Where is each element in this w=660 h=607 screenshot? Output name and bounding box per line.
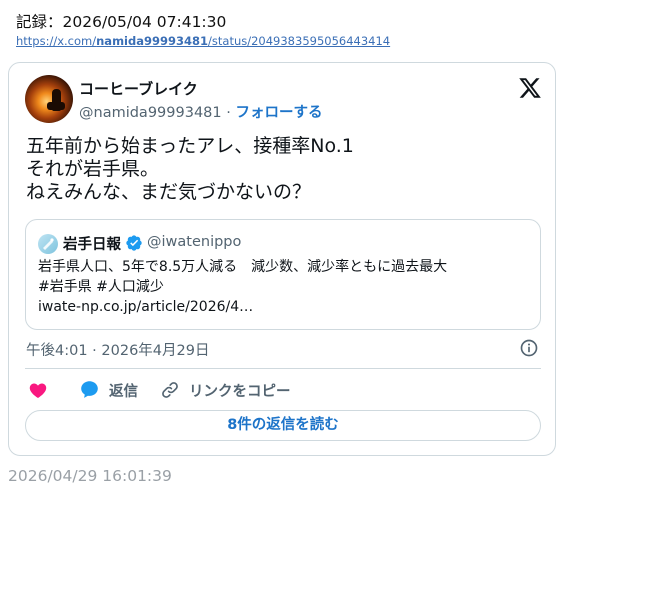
info-icon[interactable] xyxy=(519,338,539,358)
quote-line: iwate-np.co.jp/article/2026/4… xyxy=(38,299,254,315)
display-name[interactable]: コーヒーブレイク xyxy=(79,78,198,99)
divider xyxy=(25,368,541,369)
read-replies-button[interactable]: 8件の返信を読む xyxy=(25,410,541,441)
footer-date: 2026/04/29 16:01:39 xyxy=(8,467,172,485)
link-icon[interactable] xyxy=(160,380,180,400)
tweet-line: それが岩手県。 xyxy=(26,158,160,180)
avatar[interactable] xyxy=(25,75,73,123)
user-handle[interactable]: @namida99993481 xyxy=(79,105,222,121)
url-user: namida99993481 xyxy=(96,34,209,48)
follow-button[interactable]: フォローする xyxy=(235,105,322,121)
tweet-line: ねえみんな、まだ気づかないの？ xyxy=(26,181,312,203)
url-suffix: /status/2049383595056443414 xyxy=(208,34,391,48)
tweet-text: 五年前から始まったアレ、接種率No.1 それが岩手県。 ねえみんな、まだ気づかな… xyxy=(26,135,354,204)
handle-row: @namida99993481 · フォローする xyxy=(79,101,322,122)
copy-link-button[interactable]: リンクをコピー xyxy=(189,380,291,401)
x-logo-icon[interactable] xyxy=(518,76,542,100)
reply-bubble-icon[interactable] xyxy=(79,379,100,400)
tweet-timestamp[interactable]: 午後4:01 · 2026年4月29日 xyxy=(26,339,209,360)
quote-display-name: 岩手日報 xyxy=(63,237,121,253)
verified-badge-icon xyxy=(126,235,142,251)
quote-text: 岩手県人口、5年で8.5万人減る 減少数、減少率ともに過去最大 #岩手県 #人口… xyxy=(38,257,447,317)
heart-icon[interactable] xyxy=(28,380,48,400)
avatar-figure-base xyxy=(47,102,65,110)
quoted-tweet[interactable]: 岩手日報 @iwatenippo 岩手県人口、5年で8.5万人減る 減少数、減少… xyxy=(25,219,541,330)
quote-handle: @iwatenippo xyxy=(147,234,242,250)
quote-avatar xyxy=(38,234,58,254)
tweet-url-link[interactable]: https://x.com/namida99993481/status/2049… xyxy=(16,34,390,48)
tweet-line: 五年前から始まったアレ、接種率No.1 xyxy=(26,135,354,157)
quote-line: 岩手県人口、5年で8.5万人減る 減少数、減少率ともに過去最大 xyxy=(38,259,448,275)
reply-button[interactable]: 返信 xyxy=(109,380,138,401)
record-timestamp: 記録：2026/05/04 07:41:30 xyxy=(16,13,227,31)
tweet-card: コーヒーブレイク @namida99993481 · フォローする 五年前から始… xyxy=(8,62,556,456)
quote-avatar-logo-icon xyxy=(43,238,54,250)
separator-dot: · xyxy=(226,105,231,121)
quote-line: #岩手県 #人口減少 xyxy=(38,279,164,295)
url-prefix: https://x.com/ xyxy=(16,34,97,48)
